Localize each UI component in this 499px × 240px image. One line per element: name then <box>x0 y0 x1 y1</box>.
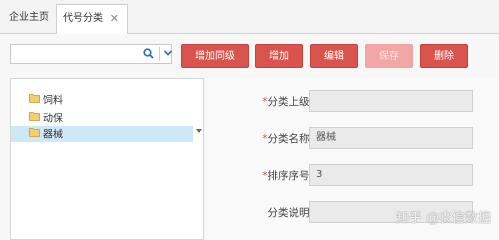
order-field[interactable]: 3 <box>309 164 473 186</box>
save-button[interactable]: 保存 <box>365 44 413 68</box>
tab-bar: 企业主页 代号分类 ✕ <box>0 0 499 34</box>
add-button[interactable]: 增加 <box>255 44 303 68</box>
tab-code-category[interactable]: 代号分类 ✕ <box>56 4 128 34</box>
tab-label: 代号分类 <box>63 13 103 24</box>
search-box <box>10 44 173 64</box>
tree-item[interactable]: 饲料 <box>29 93 63 107</box>
tree-item-label: 动保 <box>43 113 63 125</box>
edit-button[interactable]: 编辑 <box>310 44 358 68</box>
watermark: 知乎 @农信数据 <box>395 211 491 226</box>
search-input[interactable] <box>14 46 138 64</box>
scroll-down-arrow-icon[interactable] <box>196 129 202 133</box>
tree-item-label: 器械 <box>43 129 63 141</box>
folder-icon <box>29 127 40 142</box>
chevron-down-icon[interactable] <box>163 48 173 61</box>
divider <box>159 47 160 61</box>
tree-item[interactable]: 动保 <box>29 111 63 125</box>
name-field[interactable]: 器械 <box>309 127 473 149</box>
add-sibling-button[interactable]: 增加同级 <box>181 44 249 68</box>
folder-icon <box>29 111 40 126</box>
parent-field[interactable] <box>309 90 473 112</box>
delete-button[interactable]: 删除 <box>420 44 468 68</box>
tree-item-selected[interactable]: 器械 <box>29 127 63 141</box>
close-icon[interactable]: ✕ <box>110 5 119 33</box>
main-panel: 增加同级 增加 编辑 保存 删除 饲料 动保 器械 *分类上级： *分类名称： … <box>0 34 499 240</box>
tree-item-label: 饲料 <box>43 95 63 107</box>
tab-enterprise-home[interactable]: 企业主页 <box>4 4 54 32</box>
search-icon[interactable] <box>143 48 154 62</box>
folder-icon <box>29 93 40 108</box>
category-tree: 饲料 动保 器械 <box>10 78 204 240</box>
